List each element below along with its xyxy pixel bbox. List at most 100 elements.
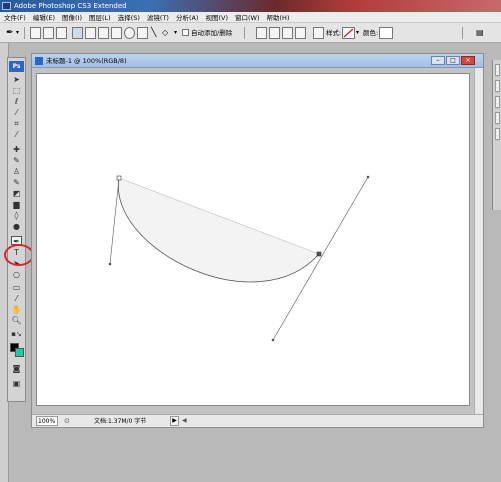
polygon-option-icon[interactable]	[137, 27, 148, 39]
path-combine-add-icon[interactable]	[256, 27, 267, 39]
menu-image[interactable]: 图像(I)	[62, 12, 82, 22]
color-swatches[interactable]	[10, 343, 24, 357]
link-style-icon[interactable]	[313, 27, 324, 39]
paths-mode-icon[interactable]	[43, 27, 54, 39]
palette-tab-icon[interactable]	[495, 96, 500, 108]
scroll-left-arrow[interactable]: ◀	[182, 416, 187, 426]
ellipse-option-icon[interactable]	[124, 27, 135, 39]
document-title: 未标题-1 @ 100%(RGB/8)	[46, 57, 127, 65]
options-divider	[244, 27, 245, 39]
eyedropper-tool-icon[interactable]: ⁄	[11, 294, 22, 303]
blur-tool-icon[interactable]: ◊	[11, 211, 22, 220]
direction-handle-left	[108, 262, 112, 266]
background-color-swatch[interactable]	[15, 348, 24, 357]
minimize-button[interactable]: –	[431, 56, 445, 65]
maximize-button[interactable]: □	[446, 56, 460, 65]
menu-window[interactable]: 窗口(W)	[235, 12, 260, 22]
color-label: 颜色:	[363, 29, 379, 37]
menu-file[interactable]: 文件(F)	[4, 12, 26, 22]
pen-preset-icon[interactable]: ✒	[6, 27, 14, 39]
palette-tab-icon[interactable]	[495, 112, 500, 124]
move-tool-icon[interactable]: ➤	[11, 75, 22, 84]
menu-filter[interactable]: 滤镜(T)	[147, 12, 169, 22]
menu-select[interactable]: 选择(S)	[118, 12, 140, 22]
menu-view[interactable]: 视图(V)	[205, 12, 228, 22]
document-size-info: 文档:1.37M/0 字节	[94, 418, 147, 425]
zoom-field[interactable]: 100%	[36, 416, 58, 426]
status-bar: 100% ⊙ 文档:1.37M/0 字节 ▶ ◀	[32, 414, 483, 427]
dodge-tool-icon[interactable]: ●	[11, 222, 22, 231]
brush-tool-icon[interactable]: ✎	[11, 156, 22, 165]
slice-tool-icon[interactable]: ⁄	[11, 130, 22, 139]
palette-well-icon[interactable]: ▤	[476, 27, 484, 39]
marquee-tool-icon[interactable]: ⬚	[11, 86, 22, 95]
options-divider	[462, 27, 463, 39]
canvas[interactable]	[36, 73, 470, 406]
closed-path-fill	[118, 178, 319, 282]
ps-logo: Ps	[9, 61, 24, 72]
no-style-icon	[343, 28, 354, 38]
path-combine-intersect-icon[interactable]	[282, 27, 293, 39]
work-path-svg	[108, 175, 370, 342]
menu-help[interactable]: 帮助(H)	[267, 12, 290, 22]
screen-mode-icon[interactable]: ▣	[11, 379, 22, 388]
style-label: 样式:	[326, 29, 342, 37]
status-menu-button[interactable]: ▶	[170, 416, 179, 426]
path-combine-exclude-icon[interactable]	[295, 27, 306, 39]
style-picker[interactable]	[342, 27, 355, 39]
palette-tab-icon[interactable]	[495, 80, 500, 92]
status-settings-icon[interactable]: ⊙	[64, 417, 70, 426]
direction-handle-bottom	[271, 338, 275, 342]
pen-option-icon[interactable]	[72, 27, 83, 39]
pen-tool-highlight-circle	[4, 244, 34, 266]
app-title-bar: Adobe Photoshop CS3 Extended	[0, 0, 501, 12]
healing-brush-tool-icon[interactable]: ✚	[11, 145, 22, 154]
zoom-tool-icon[interactable]: 🔍︎	[11, 316, 22, 325]
notes-tool-icon[interactable]: ▭	[11, 283, 22, 292]
menu-analysis[interactable]: 分析(A)	[176, 12, 199, 22]
toolbox: Ps ➤ ⬚ ℓ ⁄ ⌗ ⁄ ✚ ✎ ♙ ✎ ◩ ▆ ◊ ● ✒ T ➤ ○ ▭…	[7, 57, 26, 402]
direction-line-left	[109, 177, 120, 265]
palette-tab-icon[interactable]	[495, 128, 500, 140]
style-dropdown-icon[interactable]: ▾	[356, 27, 359, 39]
canvas-area	[32, 68, 474, 414]
fill-pixels-icon[interactable]	[56, 27, 67, 39]
clone-stamp-tool-icon[interactable]: ♙	[11, 167, 22, 176]
rectangle-option-icon[interactable]	[98, 27, 109, 39]
quick-mask-icon[interactable]: ◙	[11, 364, 22, 373]
options-bar: ✒ ▾ ╲ ◇ ▾ 自动添加/删除 样式: ▾ 颜色: ▤	[0, 23, 501, 43]
eraser-tool-icon[interactable]: ◩	[11, 189, 22, 198]
path-combine-subtract-icon[interactable]	[269, 27, 280, 39]
shape-layers-icon[interactable]	[30, 27, 41, 39]
close-button[interactable]: ✕	[461, 56, 475, 65]
photoshop-app-icon	[2, 2, 11, 10]
default-colors-icon[interactable]: ▪↘	[11, 330, 22, 339]
gradient-tool-icon[interactable]: ▆	[11, 200, 22, 209]
vertical-scrollbar[interactable]	[474, 68, 483, 414]
options-divider	[24, 27, 25, 39]
menu-edit[interactable]: 编辑(E)	[33, 12, 55, 22]
app-title: Adobe Photoshop CS3 Extended	[14, 2, 127, 10]
palette-tab-icon[interactable]	[495, 64, 500, 76]
crop-tool-icon[interactable]: ⌗	[11, 119, 22, 128]
lasso-tool-icon[interactable]: ℓ	[11, 97, 22, 106]
rounded-rectangle-option-icon[interactable]	[111, 27, 122, 39]
history-brush-tool-icon[interactable]: ✎	[11, 178, 22, 187]
preset-dropdown-icon[interactable]: ▾	[16, 27, 19, 39]
geometry-options-dropdown-icon[interactable]: ▾	[174, 27, 177, 39]
auto-add-delete-checkbox[interactable]	[182, 29, 189, 36]
document-title-bar: 未标题-1 @ 100%(RGB/8) – □ ✕	[32, 54, 483, 68]
color-swatch[interactable]	[379, 27, 393, 39]
document-icon	[35, 57, 43, 65]
magic-wand-tool-icon[interactable]: ⁄	[11, 108, 22, 117]
custom-shape-option-icon[interactable]: ◇	[162, 27, 168, 39]
shape-tool-icon[interactable]: ○	[11, 270, 22, 279]
line-option-icon[interactable]: ╲	[151, 27, 156, 39]
hand-tool-icon[interactable]: ✋	[11, 305, 22, 314]
menu-layer[interactable]: 图层(L)	[89, 12, 111, 22]
right-palette-dock	[492, 60, 501, 210]
direction-handle-top	[366, 175, 370, 179]
freeform-pen-option-icon[interactable]	[85, 27, 96, 39]
anchor-point-end	[316, 251, 322, 257]
auto-add-delete-label: 自动添加/删除	[191, 29, 233, 37]
